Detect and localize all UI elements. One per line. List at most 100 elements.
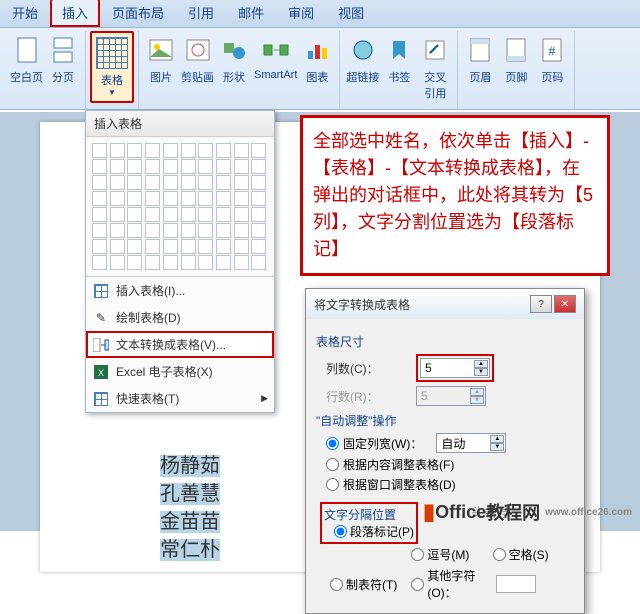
- grid-cell[interactable]: [181, 207, 196, 222]
- other-sep-radio[interactable]: 其他字符(O)：: [411, 567, 488, 601]
- grid-cell[interactable]: [216, 239, 231, 254]
- table-grid-picker[interactable]: [86, 137, 274, 276]
- grid-cell[interactable]: [110, 255, 125, 270]
- grid-cell[interactable]: [92, 239, 107, 254]
- grid-cell[interactable]: [110, 191, 125, 206]
- grid-cell[interactable]: [251, 223, 266, 238]
- grid-cell[interactable]: [145, 175, 160, 190]
- grid-cell[interactable]: [198, 239, 213, 254]
- hyperlink-button[interactable]: 超链接: [344, 31, 381, 104]
- grid-cell[interactable]: [127, 223, 142, 238]
- grid-cell[interactable]: [198, 159, 213, 174]
- grid-cell[interactable]: [127, 239, 142, 254]
- grid-cell[interactable]: [181, 223, 196, 238]
- grid-cell[interactable]: [251, 143, 266, 158]
- selected-text[interactable]: 杨静茹 孔善慧 金苗苗 常仁朴: [160, 452, 220, 564]
- dialog-titlebar[interactable]: 将文字转换成表格 ? ✕: [306, 289, 584, 319]
- quick-table-menuitem[interactable]: 快速表格(T)▶: [86, 385, 274, 412]
- grid-cell[interactable]: [234, 159, 249, 174]
- grid-cell[interactable]: [145, 255, 160, 270]
- grid-cell[interactable]: [145, 191, 160, 206]
- bookmark-button[interactable]: 书签: [381, 31, 417, 104]
- grid-cell[interactable]: [127, 255, 142, 270]
- grid-cell[interactable]: [181, 159, 196, 174]
- autofit-window-radio[interactable]: 根据窗口调整表格(D): [326, 476, 574, 493]
- grid-cell[interactable]: [127, 207, 142, 222]
- grid-cell[interactable]: [234, 175, 249, 190]
- grid-cell[interactable]: [216, 175, 231, 190]
- grid-cell[interactable]: [92, 143, 107, 158]
- fixed-width-radio[interactable]: 固定列宽(W)： 自动▲▼: [326, 433, 574, 453]
- chart-button[interactable]: 图表: [299, 31, 335, 88]
- grid-cell[interactable]: [163, 223, 178, 238]
- grid-cell[interactable]: [181, 175, 196, 190]
- spin-up-icon[interactable]: ▲: [490, 435, 504, 443]
- table-button[interactable]: 表格▼: [90, 31, 134, 103]
- grid-cell[interactable]: [181, 239, 196, 254]
- picture-button[interactable]: 图片: [143, 31, 179, 88]
- page-break-button[interactable]: 分页: [45, 31, 81, 88]
- grid-cell[interactable]: [127, 159, 142, 174]
- grid-cell[interactable]: [216, 191, 231, 206]
- spin-down-icon[interactable]: ▼: [490, 443, 504, 451]
- grid-cell[interactable]: [127, 175, 142, 190]
- tab-mail[interactable]: 邮件: [226, 0, 276, 27]
- grid-cell[interactable]: [234, 207, 249, 222]
- grid-cell[interactable]: [127, 191, 142, 206]
- spin-down-icon[interactable]: ▼: [474, 368, 488, 376]
- cross-reference-button[interactable]: 交叉 引用: [417, 31, 453, 104]
- grid-cell[interactable]: [110, 223, 125, 238]
- tab-insert[interactable]: 插入: [50, 0, 100, 27]
- grid-cell[interactable]: [92, 223, 107, 238]
- grid-cell[interactable]: [198, 223, 213, 238]
- grid-cell[interactable]: [181, 191, 196, 206]
- spin-up-icon[interactable]: ▲: [474, 360, 488, 368]
- grid-cell[interactable]: [92, 191, 107, 206]
- grid-cell[interactable]: [145, 143, 160, 158]
- grid-cell[interactable]: [92, 255, 107, 270]
- tab-sep-radio[interactable]: 制表符(T): [330, 567, 407, 601]
- grid-cell[interactable]: [110, 239, 125, 254]
- comma-sep-radio[interactable]: 逗号(M): [411, 546, 488, 563]
- tab-review[interactable]: 审阅: [276, 0, 326, 27]
- tab-references[interactable]: 引用: [176, 0, 226, 27]
- footer-button[interactable]: 页脚: [498, 31, 534, 88]
- grid-cell[interactable]: [198, 143, 213, 158]
- grid-cell[interactable]: [163, 207, 178, 222]
- excel-sheet-menuitem[interactable]: XExcel 电子表格(X): [86, 358, 274, 385]
- grid-cell[interactable]: [145, 239, 160, 254]
- tab-layout[interactable]: 页面布局: [100, 0, 176, 27]
- grid-cell[interactable]: [251, 191, 266, 206]
- grid-cell[interactable]: [216, 223, 231, 238]
- grid-cell[interactable]: [198, 255, 213, 270]
- grid-cell[interactable]: [216, 143, 231, 158]
- grid-cell[interactable]: [181, 143, 196, 158]
- grid-cell[interactable]: [145, 223, 160, 238]
- grid-cell[interactable]: [216, 207, 231, 222]
- grid-cell[interactable]: [92, 159, 107, 174]
- grid-cell[interactable]: [110, 159, 125, 174]
- insert-table-menuitem[interactable]: 插入表格(I)...: [86, 277, 274, 304]
- grid-cell[interactable]: [163, 143, 178, 158]
- grid-cell[interactable]: [198, 207, 213, 222]
- shapes-button[interactable]: 形状: [216, 31, 252, 88]
- grid-cell[interactable]: [251, 207, 266, 222]
- tab-home[interactable]: 开始: [0, 0, 50, 27]
- grid-cell[interactable]: [251, 239, 266, 254]
- grid-cell[interactable]: [234, 143, 249, 158]
- page-number-button[interactable]: #页码: [534, 31, 570, 88]
- grid-cell[interactable]: [92, 175, 107, 190]
- grid-cell[interactable]: [92, 207, 107, 222]
- smartart-button[interactable]: SmartArt: [252, 31, 299, 88]
- grid-cell[interactable]: [251, 255, 266, 270]
- grid-cell[interactable]: [163, 191, 178, 206]
- grid-cell[interactable]: [234, 191, 249, 206]
- draw-table-menuitem[interactable]: ✎绘制表格(D): [86, 304, 274, 331]
- grid-cell[interactable]: [163, 255, 178, 270]
- grid-cell[interactable]: [145, 159, 160, 174]
- clipart-button[interactable]: 剪贴画: [179, 31, 216, 88]
- grid-cell[interactable]: [163, 175, 178, 190]
- autofit-content-radio[interactable]: 根据内容调整表格(F): [326, 456, 574, 473]
- grid-cell[interactable]: [234, 239, 249, 254]
- grid-cell[interactable]: [251, 159, 266, 174]
